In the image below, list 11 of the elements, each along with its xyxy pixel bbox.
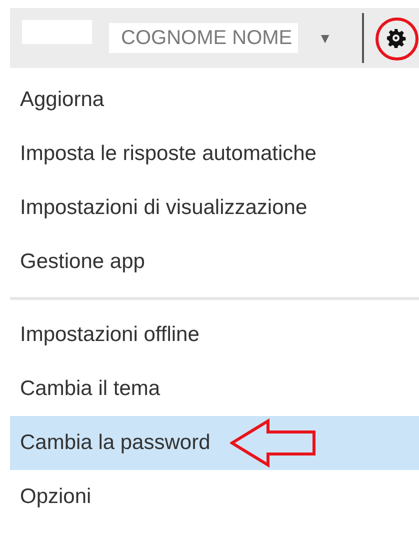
highlight-ring <box>374 16 419 62</box>
menu-item[interactable]: Cambia il tema <box>10 362 419 416</box>
menu-item[interactable]: Impostazioni di visualizzazione <box>10 181 419 235</box>
menu-item[interactable]: Impostazioni offline <box>10 308 419 362</box>
menu-item[interactable]: Aggiorna <box>10 73 419 127</box>
settings-icon[interactable] <box>386 28 406 48</box>
menu-item[interactable]: Imposta le risposte automatiche <box>10 127 419 181</box>
menu-item[interactable]: Gestione app <box>10 235 419 289</box>
menu-item[interactable]: Opzioni <box>10 470 419 524</box>
menu-item[interactable]: Cambia la password <box>10 416 419 470</box>
user-menu-button[interactable]: COGNOME NOME ▼ <box>10 8 350 68</box>
